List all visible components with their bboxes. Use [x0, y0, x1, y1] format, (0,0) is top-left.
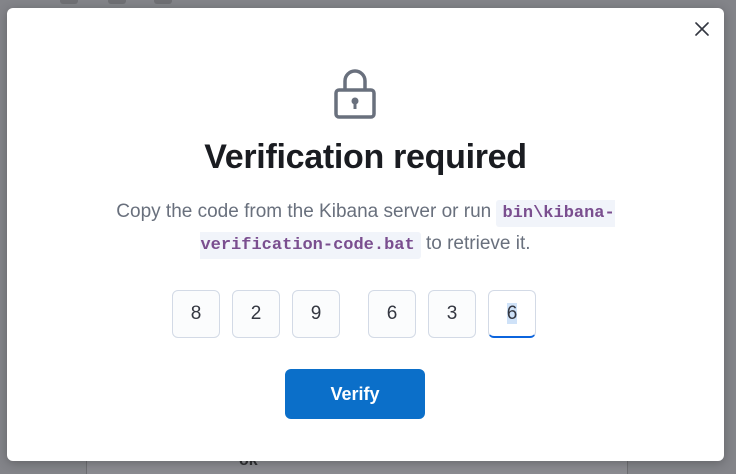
- background-tab: [154, 0, 172, 4]
- background-tab: [108, 0, 126, 4]
- background-tab: [60, 0, 78, 4]
- verification-modal: Verification required Copy the code from…: [7, 8, 724, 461]
- close-button[interactable]: [692, 19, 712, 39]
- close-icon: [695, 22, 709, 36]
- modal-description: Copy the code from the Kibana server or …: [67, 197, 664, 261]
- code-digit-3[interactable]: 9: [292, 290, 340, 338]
- code-digit-5[interactable]: 3: [428, 290, 476, 338]
- code-digit-6[interactable]: 6: [488, 290, 536, 338]
- code-digit-6-value: 6: [506, 303, 518, 324]
- verification-code-input: 8 2 9 6 3 6: [7, 290, 724, 340]
- lock-icon: [334, 69, 376, 119]
- description-text-end: to retrieve it.: [420, 233, 531, 254]
- code-digit-1[interactable]: 8: [172, 290, 220, 338]
- verify-button[interactable]: Verify: [285, 369, 425, 419]
- description-text: Copy the code from the Kibana server or …: [116, 201, 497, 222]
- code-digit-4[interactable]: 6: [368, 290, 416, 338]
- modal-title: Verification required: [204, 138, 527, 176]
- code-digit-2[interactable]: 2: [232, 290, 280, 338]
